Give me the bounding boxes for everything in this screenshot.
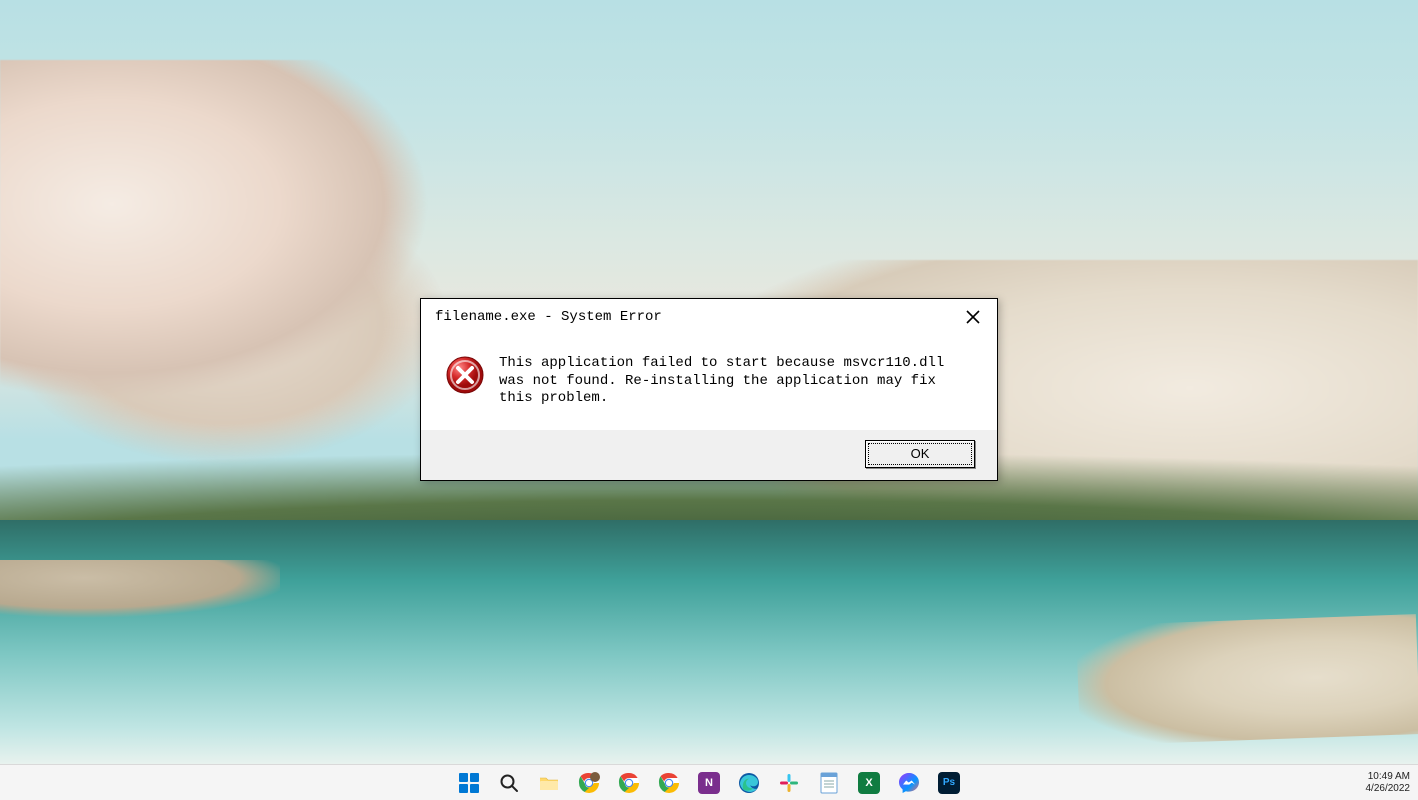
ok-button[interactable]: OK — [865, 440, 975, 468]
taskbar-start[interactable] — [457, 771, 481, 795]
taskbar-slack[interactable] — [777, 771, 801, 795]
taskbar-notepad[interactable] — [817, 771, 841, 795]
chrome-icon — [658, 772, 680, 794]
taskbar-edge[interactable] — [737, 771, 761, 795]
windows-start-icon — [459, 773, 479, 793]
system-error-dialog: filename.exe - System Error — [420, 298, 998, 481]
chrome-icon — [618, 772, 640, 794]
messenger-icon — [898, 772, 920, 794]
wallpaper-shore-left — [0, 560, 280, 620]
wallpaper-shore-right — [1076, 614, 1418, 746]
taskbar-chrome-profile[interactable] — [577, 771, 601, 795]
dialog-body: This application failed to start because… — [421, 333, 997, 430]
taskbar-photoshop[interactable]: Ps — [937, 771, 961, 795]
chrome-icon — [578, 772, 600, 794]
taskbar-chrome-1[interactable] — [617, 771, 641, 795]
error-icon — [445, 355, 485, 395]
dialog-message: This application failed to start because… — [499, 355, 969, 408]
dialog-button-row: OK — [421, 430, 997, 480]
taskbar: N — [0, 764, 1418, 800]
folder-icon — [538, 772, 560, 794]
system-tray[interactable]: 10:49 AM 4/26/2022 — [1366, 765, 1411, 800]
edge-icon — [738, 772, 760, 794]
taskbar-center-items: N — [457, 771, 961, 795]
dialog-titlebar[interactable]: filename.exe - System Error — [421, 299, 997, 333]
excel-icon: X — [858, 772, 880, 794]
taskbar-search[interactable] — [497, 771, 521, 795]
taskbar-onenote[interactable]: N — [697, 771, 721, 795]
onenote-icon: N — [698, 772, 720, 794]
close-icon — [966, 310, 980, 324]
taskbar-chrome-2[interactable] — [657, 771, 681, 795]
search-icon — [499, 773, 519, 793]
taskbar-excel[interactable]: X — [857, 771, 881, 795]
notepad-icon — [819, 772, 839, 794]
taskbar-file-explorer[interactable] — [537, 771, 561, 795]
dialog-title: filename.exe - System Error — [435, 309, 662, 325]
photoshop-icon: Ps — [938, 772, 960, 794]
close-button[interactable] — [959, 305, 987, 329]
system-tray-time: 10:49 AM — [1368, 771, 1410, 783]
slack-icon — [779, 773, 799, 793]
system-tray-date: 4/26/2022 — [1366, 783, 1411, 795]
taskbar-messenger[interactable] — [897, 771, 921, 795]
